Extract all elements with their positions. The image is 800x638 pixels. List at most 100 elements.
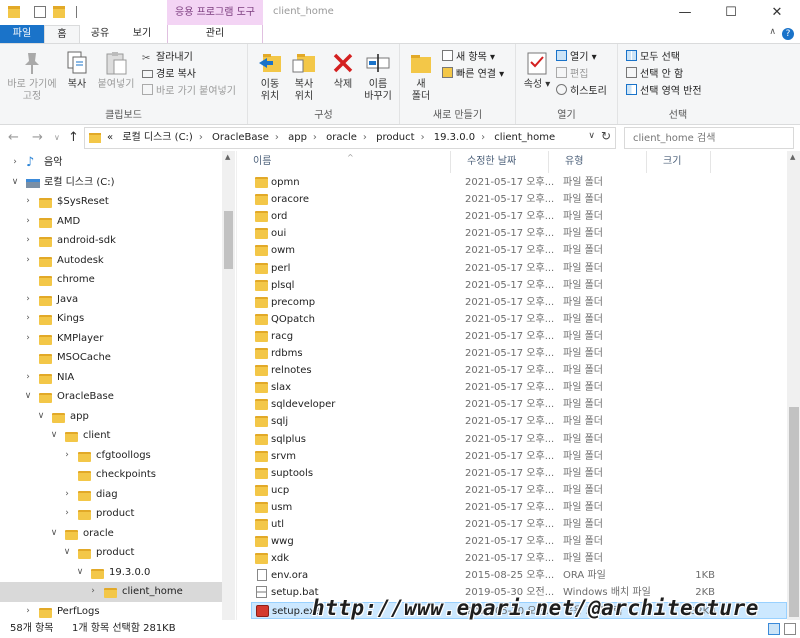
column-header-date[interactable]: 수정한 날짜 (451, 151, 549, 173)
column-header-size[interactable]: 크기 (647, 151, 711, 173)
nav-tree-item[interactable]: ∨ 로컬 디스크 (C:) (0, 173, 222, 193)
edit-button[interactable]: 편집 (556, 67, 588, 83)
rename-button[interactable]: 이름 바꾸기 (360, 50, 396, 103)
tab-home[interactable]: 홈 (44, 25, 80, 44)
nav-tree-item[interactable]: › AMD (0, 212, 222, 232)
file-row[interactable]: utl 2021-05-17 오후... 파일 폴더 (251, 516, 787, 533)
breadcrumb-item-current[interactable]: client_home (494, 132, 555, 143)
new-folder-quick-access-icon[interactable] (53, 6, 65, 18)
new-item-button[interactable]: 새 항목 ▾ (442, 50, 495, 66)
nav-tree-item[interactable]: › Autodesk (0, 251, 222, 271)
chevron-right-icon[interactable]: › (23, 192, 33, 212)
nav-tree-item[interactable]: ∨ client (0, 426, 222, 446)
up-arrow-icon[interactable]: ↑ (68, 130, 79, 145)
tab-share[interactable]: 공유 (82, 25, 118, 43)
column-header-type[interactable]: 유형 (549, 151, 647, 173)
copy-path-button[interactable]: 경로 복사 (142, 67, 196, 83)
forward-arrow-icon[interactable]: → (32, 130, 43, 145)
file-row[interactable]: ord 2021-05-17 오후... 파일 폴더 (251, 208, 787, 225)
tab-file[interactable]: 파일 (0, 25, 44, 43)
select-all-button[interactable]: 모두 선택 (626, 50, 680, 66)
recent-locations-icon[interactable]: ∨ (54, 133, 60, 142)
nav-tree-item[interactable]: MSOCache (0, 348, 222, 368)
nav-tree-item[interactable]: › Kings (0, 309, 222, 329)
chevron-right-icon[interactable]: › (23, 368, 33, 388)
nav-tree-item[interactable]: › android-sdk (0, 231, 222, 251)
chevron-right-icon[interactable]: › (10, 153, 20, 173)
file-row[interactable]: slax 2021-05-17 오후... 파일 폴더 (251, 379, 787, 396)
nav-tree-item[interactable]: › ♪ 음악 (0, 153, 222, 173)
nav-tree-item[interactable]: › product (0, 504, 222, 524)
cut-button[interactable]: ✂ 잘라내기 (142, 50, 193, 66)
scrollbar-thumb[interactable] (789, 407, 799, 617)
chevron-down-icon[interactable]: ∨ (75, 563, 85, 583)
nav-tree-item[interactable]: › NIA (0, 368, 222, 388)
breadcrumb-item[interactable]: OracleBase (212, 132, 269, 143)
nav-tree-item[interactable]: checkpoints (0, 465, 222, 485)
history-button[interactable]: 히스토리 (556, 84, 607, 100)
chevron-down-icon[interactable]: ∨ (36, 407, 46, 427)
file-row[interactable]: env.ora 2015-08-25 오후... ORA 파일 1KB (251, 567, 787, 584)
chevron-right-icon[interactable]: › (23, 290, 33, 310)
delete-button[interactable]: 삭제 (328, 50, 358, 91)
chevron-right-icon[interactable]: › (363, 132, 367, 143)
file-row[interactable]: oracore 2021-05-17 오후... 파일 폴더 (251, 191, 787, 208)
chevron-right-icon[interactable]: › (421, 132, 425, 143)
easy-access-button[interactable]: 빠른 연결 ▾ (442, 67, 504, 83)
collapse-ribbon-icon[interactable]: ∧ (769, 27, 776, 37)
nav-tree-item[interactable]: › KMPlayer (0, 329, 222, 349)
nav-tree-item[interactable]: ∨ app (0, 407, 222, 427)
chevron-down-icon[interactable]: ∨ (62, 543, 72, 563)
nav-tree-item[interactable]: ∨ oracle (0, 524, 222, 544)
nav-tree-item[interactable]: › client_home (0, 582, 222, 602)
chevron-down-icon[interactable]: ∨ (49, 524, 59, 544)
nav-tree-item[interactable]: ∨ OracleBase (0, 387, 222, 407)
chevron-right-icon[interactable]: › (313, 132, 317, 143)
chevron-right-icon[interactable]: › (275, 132, 279, 143)
chevron-right-icon[interactable]: › (62, 446, 72, 466)
select-none-button[interactable]: 선택 안 함 (626, 67, 683, 83)
column-header-name[interactable]: 이름 ^ (237, 151, 451, 173)
scroll-up-icon[interactable]: ▲ (225, 153, 230, 161)
copy-to-button[interactable]: 복사 위치 (288, 50, 320, 103)
breadcrumb-item[interactable]: product (376, 132, 414, 143)
large-icons-view-icon[interactable] (784, 623, 796, 635)
nav-tree-item[interactable]: › cfgtoollogs (0, 446, 222, 466)
file-row[interactable]: opmn 2021-05-17 오후... 파일 폴더 (251, 174, 787, 191)
chevron-right-icon[interactable]: › (23, 212, 33, 232)
search-box[interactable] (624, 127, 794, 149)
chevron-right-icon[interactable]: › (62, 504, 72, 524)
chevron-right-icon[interactable]: › (23, 231, 33, 251)
nav-tree-item[interactable]: › diag (0, 485, 222, 505)
file-row[interactable]: sqldeveloper 2021-05-17 오후... 파일 폴더 (251, 396, 787, 413)
file-row[interactable]: oui 2021-05-17 오후... 파일 폴더 (251, 225, 787, 242)
chevron-down-icon[interactable]: ∨ (23, 387, 33, 407)
file-row[interactable]: wwg 2021-05-17 오후... 파일 폴더 (251, 533, 787, 550)
chevron-down-icon[interactable]: ∨ (588, 131, 595, 141)
paste-shortcut-button[interactable]: 바로 가기 붙여넣기 (142, 84, 236, 100)
chevron-right-icon[interactable]: › (481, 132, 485, 143)
file-row[interactable]: racg 2021-05-17 오후... 파일 폴더 (251, 328, 787, 345)
chevron-right-icon[interactable]: › (62, 485, 72, 505)
refresh-icon[interactable]: ↻ (601, 129, 611, 143)
nav-tree-item[interactable]: ∨ 19.3.0.0 (0, 563, 222, 583)
nav-tree-item[interactable]: chrome (0, 270, 222, 290)
file-row[interactable]: suptools 2021-05-17 오후... 파일 폴더 (251, 465, 787, 482)
file-row[interactable]: plsql 2021-05-17 오후... 파일 폴더 (251, 277, 787, 294)
close-button[interactable]: ✕ (754, 0, 800, 25)
chevron-right-icon[interactable]: › (88, 582, 98, 602)
chevron-down-icon[interactable]: ∨ (49, 426, 59, 446)
properties-button[interactable]: 속성 ▾ (522, 50, 552, 91)
copy-button[interactable]: 복사 (60, 50, 94, 91)
file-row[interactable]: relnotes 2021-05-17 오후... 파일 폴더 (251, 362, 787, 379)
file-row[interactable]: sqlj 2021-05-17 오후... 파일 폴더 (251, 413, 787, 430)
breadcrumb-item[interactable]: 19.3.0.0 (434, 132, 475, 143)
file-row[interactable]: perl 2021-05-17 오후... 파일 폴더 (251, 260, 787, 277)
minimize-button[interactable]: — (662, 0, 708, 25)
chevron-right-icon[interactable]: › (23, 329, 33, 349)
file-row[interactable]: sqlplus 2021-05-17 오후... 파일 폴더 (251, 431, 787, 448)
tab-view[interactable]: 보기 (122, 25, 162, 43)
chevron-right-icon[interactable]: › (199, 132, 203, 143)
address-bar[interactable]: « 로컬 디스크 (C:) › OracleBase › app › oracle › … (84, 127, 616, 149)
file-row[interactable]: xdk 2021-05-17 오후... 파일 폴더 (251, 550, 787, 567)
